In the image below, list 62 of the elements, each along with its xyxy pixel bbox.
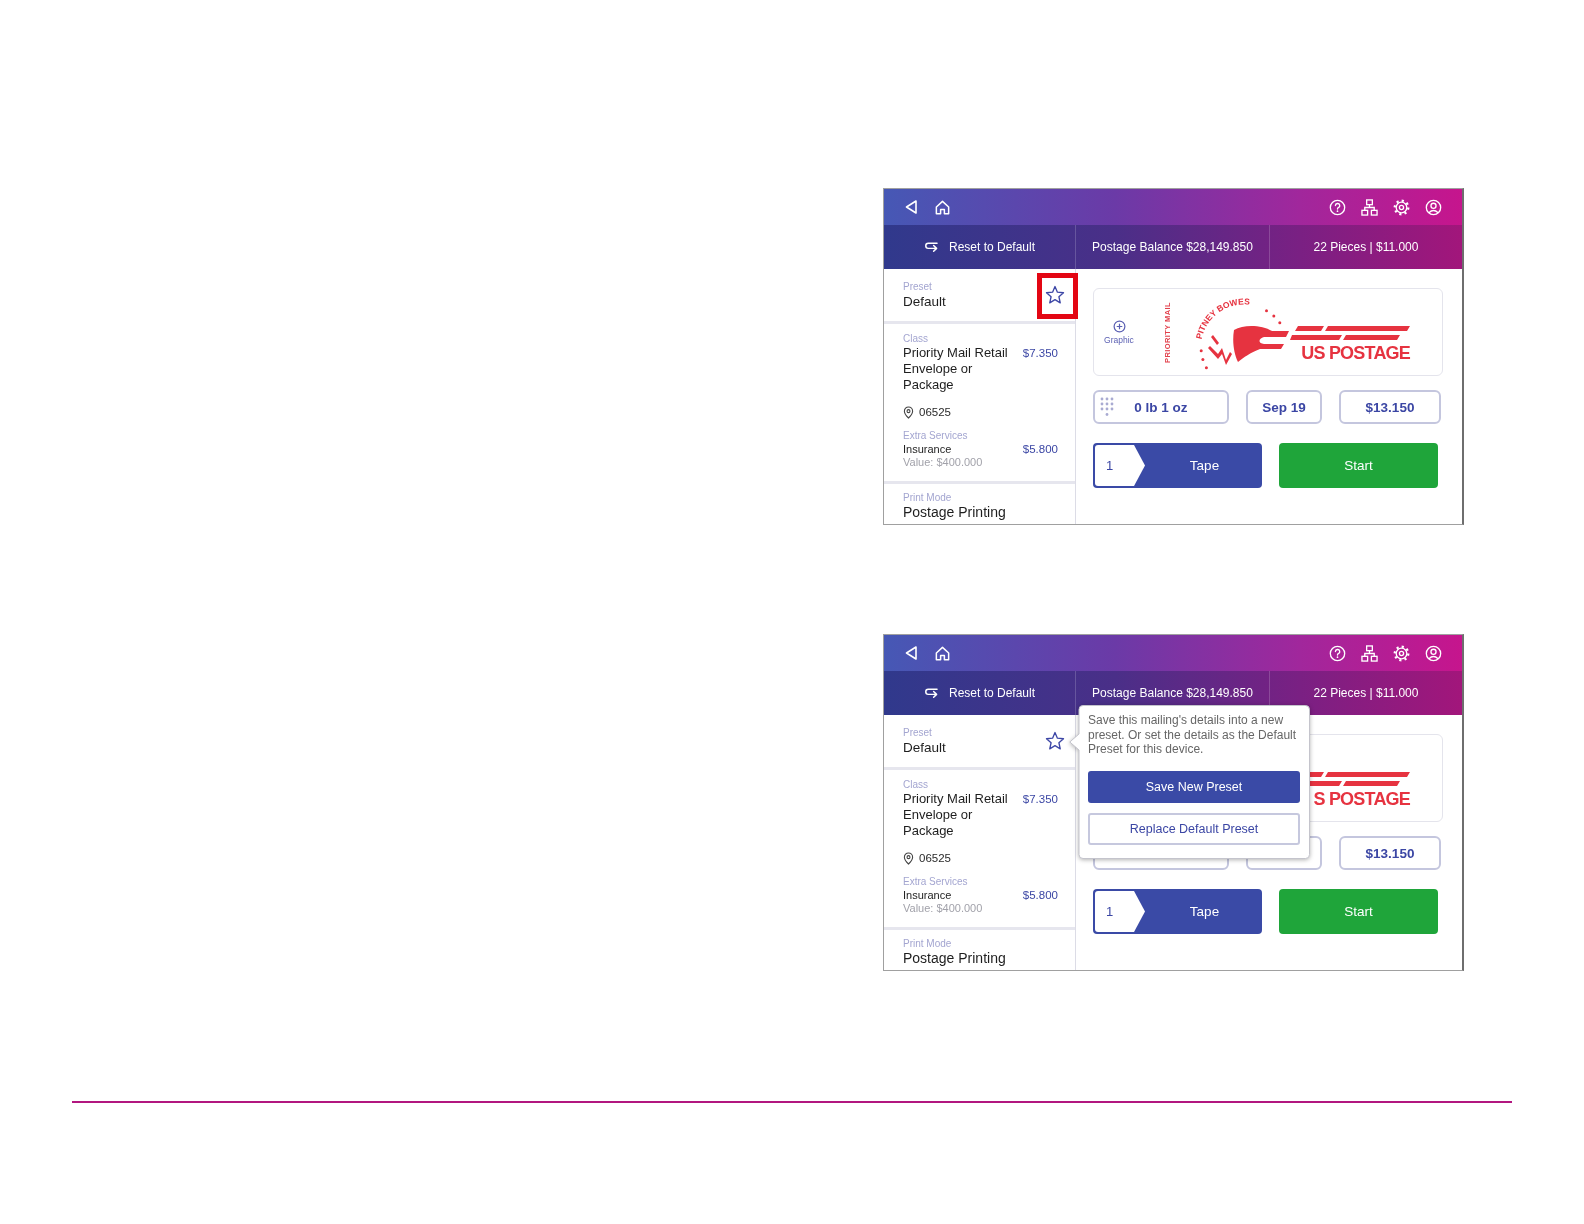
pieces-total-text: 22 Pieces | $11.000 xyxy=(1313,240,1419,254)
home-icon[interactable] xyxy=(934,198,951,216)
help-icon[interactable] xyxy=(1329,644,1346,662)
preset-value: Default xyxy=(903,738,946,756)
star-icon[interactable] xyxy=(1045,285,1065,305)
print-mode-label: Print Mode xyxy=(903,492,952,504)
location-pin-icon xyxy=(903,851,914,865)
amount-field[interactable]: $13.150 xyxy=(1339,836,1441,870)
settings-icon[interactable] xyxy=(1393,644,1410,662)
pieces-total-text: 22 Pieces | $11.000 xyxy=(1313,686,1419,700)
weight-field[interactable]: 0 lb 1 oz xyxy=(1093,390,1229,424)
account-icon[interactable] xyxy=(1425,644,1442,662)
class-label: Class xyxy=(903,333,928,345)
preset-value: Default xyxy=(903,292,946,310)
postage-balance-text: Postage Balance $28,149.850 xyxy=(1092,686,1253,700)
extra-services-label: Extra Services xyxy=(903,876,968,888)
copies-field[interactable]: 1 xyxy=(1095,445,1145,486)
outline-button[interactable]: Replace Default Preset xyxy=(1088,812,1300,845)
settings-icon[interactable] xyxy=(1393,198,1410,216)
account-icon[interactable] xyxy=(1425,198,1442,216)
help-icon[interactable] xyxy=(1329,198,1346,216)
service-name: Insurance xyxy=(903,442,952,456)
location-pin-icon xyxy=(903,405,914,419)
service-price: $5.800 xyxy=(1022,442,1058,456)
service-price: $5.800 xyxy=(1022,888,1058,902)
class-label: Class xyxy=(903,779,928,791)
print-mode-value: Postage Printing xyxy=(903,950,1006,967)
postage-text: US POSTAGE xyxy=(1301,345,1410,361)
class-price: $7.350 xyxy=(1022,346,1058,361)
print-mode-value: Postage Printing xyxy=(903,504,1006,521)
insured-value: Value: $400.000 xyxy=(903,456,983,469)
insured-value: Value: $400.000 xyxy=(903,902,983,915)
print-mode-label: Print Mode xyxy=(903,938,952,950)
class-name: Priority Mail Retail Envelope or Package xyxy=(903,791,1009,839)
postage-balance-text: Postage Balance $28,149.850 xyxy=(1092,240,1253,254)
class-name: Priority Mail Retail Envelope or Package xyxy=(903,345,1009,393)
preset-label: Preset xyxy=(903,280,932,293)
extra-services-label: Extra Services xyxy=(903,430,968,442)
network-icon[interactable] xyxy=(1361,644,1378,662)
reset-button[interactable]: Reset to Default xyxy=(923,238,1035,256)
back-icon[interactable] xyxy=(904,645,918,661)
class-price: $7.350 xyxy=(1022,792,1058,807)
preset-label: Preset xyxy=(903,726,932,739)
copies-field[interactable]: 1 xyxy=(1095,891,1145,932)
reset-button[interactable]: Reset to Default xyxy=(923,684,1035,702)
zip-code: 06525 xyxy=(919,405,951,419)
service-name: Insurance xyxy=(903,888,952,902)
date-field[interactable]: Sep 19 xyxy=(1246,390,1322,424)
primary-button[interactable]: Save New Preset xyxy=(1088,770,1300,803)
add-icon xyxy=(1112,319,1126,333)
return-arrow-icon xyxy=(923,241,939,253)
keypad-icon xyxy=(1100,397,1114,417)
postage-text: S POSTAGE xyxy=(1313,791,1410,807)
graphic-button[interactable]: Graphic xyxy=(1100,319,1138,345)
back-icon[interactable] xyxy=(904,199,918,215)
return-arrow-icon xyxy=(923,687,939,699)
home-icon[interactable] xyxy=(934,644,951,662)
network-icon[interactable] xyxy=(1361,198,1378,216)
popover-message: Save this mailing's details into a new preset. Or set the details as the Default Preset for this device. xyxy=(1088,713,1298,757)
star-icon[interactable] xyxy=(1045,731,1065,751)
zip-code: 06525 xyxy=(919,851,951,865)
amount-field[interactable]: $13.150 xyxy=(1339,390,1441,424)
